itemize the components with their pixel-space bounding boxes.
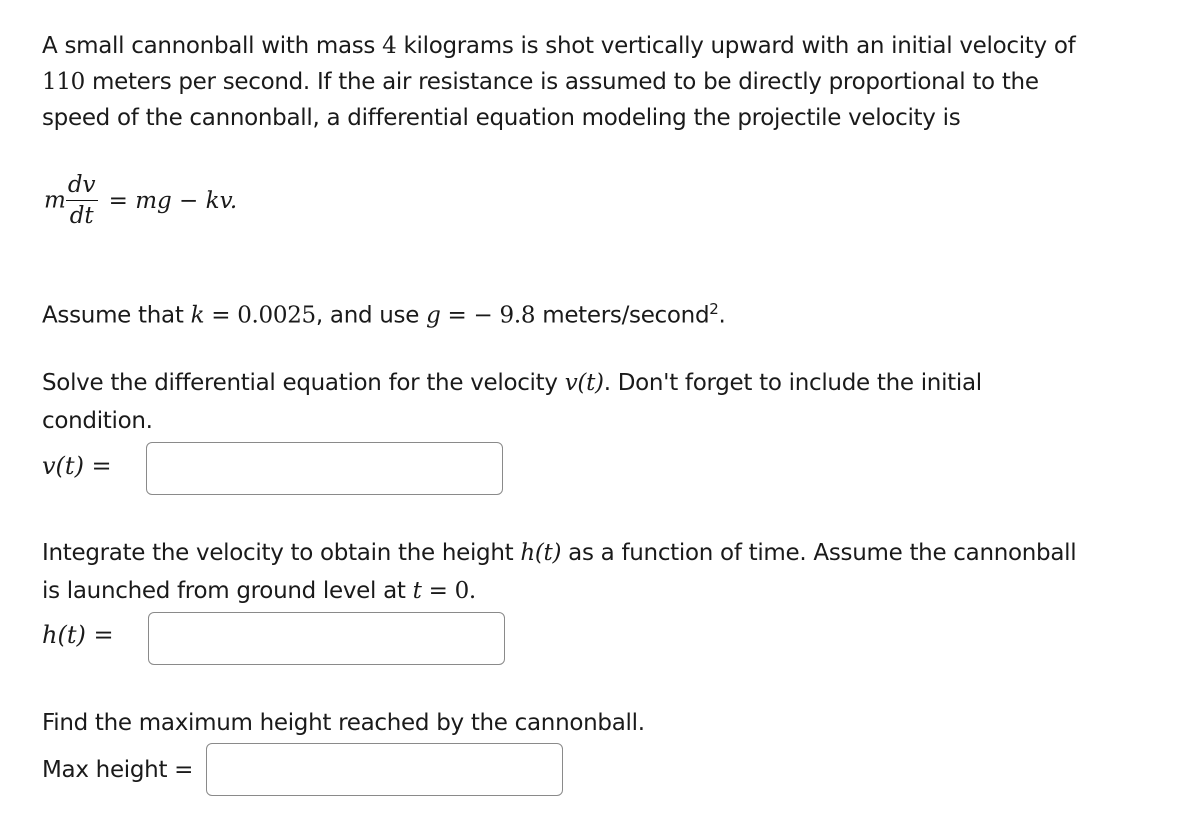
- fraction-numerator: dv: [65, 172, 98, 201]
- velocity-answer-input[interactable]: [146, 442, 503, 495]
- mass-value: 4: [382, 33, 397, 59]
- equation-mass: m: [44, 187, 66, 214]
- derivative-fraction: dv dt: [65, 172, 98, 229]
- assumption-line: Assume that k = 0.0025, and use g = − 9.…: [42, 300, 726, 329]
- problem-intro: A small cannonball with mass 4 kilograms…: [42, 33, 1076, 131]
- question-max-height: Find the maximum height reached by the c…: [42, 710, 645, 736]
- velocity-label: v(t) =: [42, 452, 112, 480]
- question-height: Integrate the velocity to obtain the hei…: [42, 540, 1077, 604]
- velocity-value: 110: [42, 69, 85, 95]
- question-velocity: Solve the differential equation for the …: [42, 370, 982, 434]
- k-value: = 0.0025: [204, 302, 316, 329]
- max-height-answer-input[interactable]: [206, 743, 563, 796]
- height-label: h(t) =: [42, 621, 114, 649]
- fraction-denominator: dt: [69, 203, 94, 229]
- max-height-label: Max height =: [42, 757, 194, 783]
- differential-equation: m dv dt = mg − kv.: [44, 172, 237, 229]
- equation-rhs: = mg − kv.: [108, 187, 238, 214]
- height-answer-input[interactable]: [148, 612, 505, 665]
- g-value: = − 9.8: [440, 302, 536, 329]
